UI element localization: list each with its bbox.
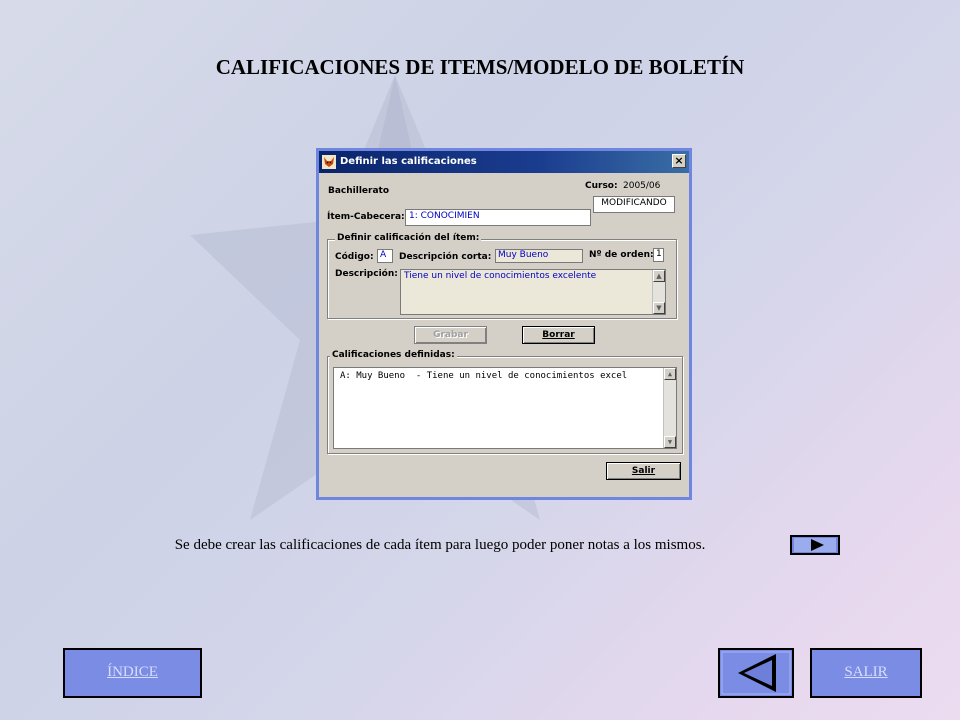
next-slide-button[interactable]	[790, 535, 840, 555]
close-icon[interactable]: ×	[672, 154, 686, 168]
exit-dialog-button-label: Salir	[631, 466, 656, 476]
code-field[interactable]: A	[377, 249, 393, 263]
save-button[interactable]: Grabar	[414, 326, 487, 344]
course-label: Curso:	[585, 181, 618, 191]
mode-indicator: MODIFICANDO	[593, 196, 675, 213]
code-label: Código:	[335, 252, 374, 262]
define-grades-window: Definir las calificaciones × Bachillerat…	[316, 148, 692, 500]
description-text: Tiene un nivel de conocimientos excelent…	[404, 271, 597, 281]
define-grade-group-title: Definir calificación del ítem:	[335, 233, 482, 243]
arrow-down-icon[interactable]: ▼	[653, 302, 665, 314]
index-button-label: ÍNDICE	[107, 664, 158, 680]
arrow-up-icon[interactable]: ▲	[664, 368, 676, 380]
window-titlebar: Definir las calificaciones ×	[319, 151, 689, 173]
arrow-up-icon[interactable]: ▲	[653, 270, 665, 282]
order-number-label: Nº de orden:	[589, 250, 654, 260]
defined-grades-group-title: Calificaciones definidas:	[330, 350, 457, 360]
level-label: Bachillerato	[328, 186, 390, 196]
description-label: Descripción:	[335, 269, 398, 279]
play-right-icon	[794, 538, 836, 552]
course-value: 2005/06	[623, 181, 661, 191]
short-description-field[interactable]: Muy Bueno	[495, 249, 583, 263]
window-title: Definir las calificaciones	[340, 156, 477, 167]
exit-dialog-button[interactable]: Salir	[606, 462, 681, 480]
list-item[interactable]: A: Muy Bueno - Tiene un nivel de conocim…	[340, 371, 662, 381]
list-scrollbar[interactable]: ▲ ▼	[663, 368, 676, 448]
triangle-left-icon	[721, 651, 791, 695]
caption-text: Se debe crear las calificaciones de cada…	[174, 537, 706, 553]
order-number-field[interactable]: 1	[653, 248, 664, 262]
description-field[interactable]: Tiene un nivel de conocimientos excelent…	[400, 269, 666, 315]
index-button[interactable]: ÍNDICE	[63, 648, 202, 698]
item-header-field[interactable]: 1: CONOCIMIEN	[405, 209, 591, 226]
page-title: CALIFICACIONES DE ITEMS/MODELO DE BOLETÍ…	[215, 55, 745, 79]
arrow-down-icon[interactable]: ▼	[664, 436, 676, 448]
description-scrollbar[interactable]: ▲ ▼	[652, 270, 665, 314]
delete-button-label: Borrar	[542, 330, 575, 340]
short-description-label: Descripción corta:	[399, 252, 492, 262]
fox-icon	[322, 155, 336, 169]
exit-button-label: SALIR	[844, 664, 888, 680]
delete-button[interactable]: Borrar	[522, 326, 595, 344]
exit-button[interactable]: SALIR	[810, 648, 922, 698]
previous-slide-button[interactable]	[718, 648, 794, 698]
item-header-label: Ítem-Cabecera:	[327, 212, 405, 222]
defined-grades-list[interactable]: A: Muy Bueno - Tiene un nivel de conocim…	[333, 367, 677, 449]
